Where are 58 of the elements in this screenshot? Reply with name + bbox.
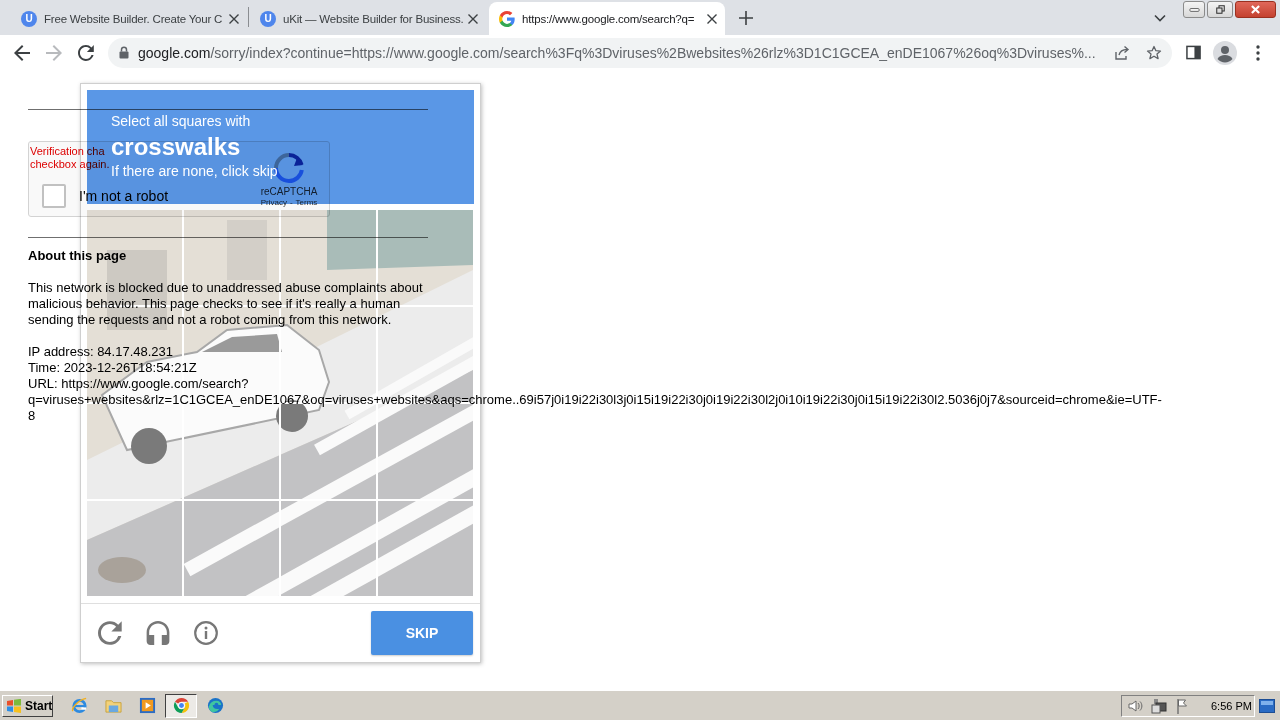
hint-text: If there are none, click skip <box>111 163 278 179</box>
browser-tab[interactable]: U uKit — Website Builder for Business. <box>250 2 486 35</box>
photo-tile[interactable] <box>87 501 182 596</box>
detail-line: IP address: 84.17.48.231 <box>28 344 175 360</box>
start-button[interactable]: Start <box>2 694 53 717</box>
lock-icon[interactable] <box>119 46 129 59</box>
back-arrow-icon[interactable] <box>14 44 30 61</box>
address-bar[interactable]: google.com/sorry/index?continue=https://www.google.com/search%3Fq%3Dviruses%2Bwebsites%26rlz%3D1C1GCEA_enDE1067%26oq%3Dviruses%... <box>108 37 1172 68</box>
desktop-icon[interactable] <box>1259 698 1275 713</box>
explanation-paragraph: This network is blocked due to unaddressed abuse complaints about malicious behavior. This page checks to see if it's really a human sending the requests and not a robot coming from this network. <box>28 280 424 328</box>
reload-icon[interactable] <box>78 44 94 61</box>
detail-line: Time: 2023-12-26T18:54:21Z <box>28 360 198 376</box>
detail-line: q=viruses+websites&rlz=1C1GCEA_enDE1067&oq=viruses+websites&aqs=chrome..69i57j0i19i22i30l3j0i15i19i22i30j0i19i22i30l2j0i10i19i22i30j0i15i19i22i30l2.5036j0j7&sourceid=chrome&ie=UTF- <box>28 392 1163 408</box>
photo-tile[interactable] <box>184 501 279 596</box>
swirl-logo-icon <box>206 697 224 714</box>
close-icon[interactable] <box>229 13 239 24</box>
media-player-icon <box>138 697 156 714</box>
photo-tile[interactable] <box>281 501 376 596</box>
letter-favicon: U <box>21 10 37 27</box>
side-panel-icon[interactable] <box>1186 45 1201 60</box>
g-logo-icon <box>499 10 515 27</box>
close-icon[interactable] <box>468 13 478 24</box>
e-logo-icon <box>70 697 88 714</box>
star-icon[interactable] <box>1146 44 1162 61</box>
prompt-text: Select all squares with <box>111 113 251 129</box>
menu-icon[interactable] <box>1256 44 1260 61</box>
clock[interactable]: 6:56 PM <box>1211 699 1252 712</box>
restore-icon <box>1214 5 1226 14</box>
target-word: crosswalks <box>111 133 241 161</box>
minimize-icon <box>1188 5 1200 14</box>
brand-label: reCAPTCHA <box>260 186 318 198</box>
browser-tab[interactable]: U Free Website Builder. Create Your C <box>11 2 247 35</box>
close-window-button[interactable] <box>1235 1 1276 18</box>
network-icon[interactable] <box>1151 697 1167 714</box>
detail-line: 8 <box>28 408 37 424</box>
checkbox[interactable] <box>42 184 66 208</box>
close-icon[interactable] <box>707 13 717 24</box>
chevron-down-icon[interactable] <box>1154 14 1166 22</box>
folder-icon <box>104 697 122 714</box>
restore-button[interactable] <box>1207 1 1233 18</box>
share-icon[interactable] <box>1114 44 1130 61</box>
taskbar-button[interactable] <box>165 693 197 718</box>
browser-tab[interactable]: https://www.google.com/search?q= <box>489 2 725 35</box>
speaker-icon[interactable] <box>1127 697 1143 714</box>
link-separator: - <box>289 198 293 208</box>
profile-icon[interactable] <box>1213 40 1237 65</box>
close-icon <box>1250 5 1261 14</box>
new-tab-icon[interactable] <box>739 11 753 25</box>
info-icon[interactable] <box>194 621 218 645</box>
browser-logo-icon <box>172 697 190 714</box>
reload-icon[interactable] <box>98 621 122 645</box>
photo-tile[interactable] <box>378 501 473 596</box>
letter-favicon: U <box>260 10 276 27</box>
minimize-button[interactable] <box>1183 1 1205 18</box>
detail-line: URL: https://www.google.com/search? <box>28 376 250 392</box>
flag-logo-icon <box>6 698 22 713</box>
section-heading: About this page <box>28 248 128 264</box>
headphones-icon[interactable] <box>146 621 170 645</box>
